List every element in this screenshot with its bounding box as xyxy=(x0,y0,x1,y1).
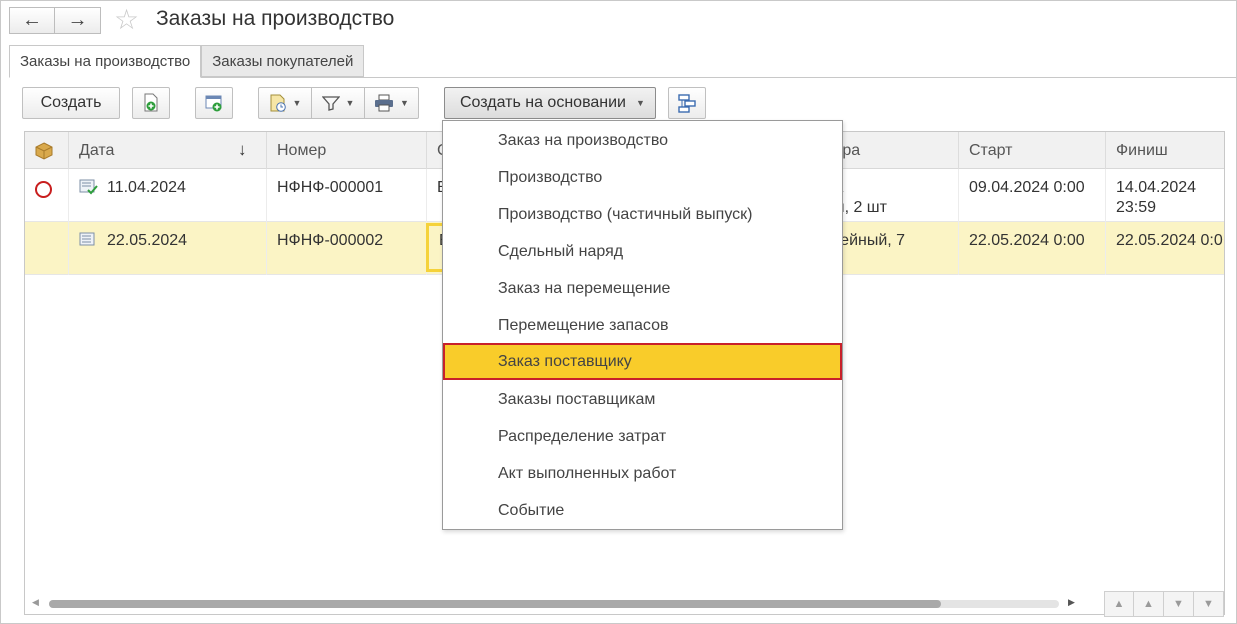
nomenclature-column-header[interactable]: тура xyxy=(827,132,959,169)
menu-item-completion-act[interactable]: Акт выполненных работ xyxy=(443,455,842,492)
printer-icon xyxy=(375,94,394,112)
nav-buttons: ← → xyxy=(9,7,101,34)
copy-button[interactable] xyxy=(132,87,170,119)
actions-button-group: ▼ ▼ ▼ xyxy=(258,87,419,119)
row-start: 09.04.2024 0:00 xyxy=(959,169,1106,222)
document-clock-icon xyxy=(270,94,286,112)
row-nomenclature-line1: ка xyxy=(827,178,958,198)
menu-item-event[interactable]: Событие xyxy=(443,492,842,529)
scroll-thumb[interactable] xyxy=(49,600,941,608)
row-number: НФНФ-000002 xyxy=(267,222,427,275)
status-cell xyxy=(25,222,69,275)
arrow-right-icon: → xyxy=(67,9,88,31)
date-cell: 22.05.2024 xyxy=(69,222,267,275)
double-up-icon: ▲ xyxy=(1113,598,1125,610)
create-button[interactable]: Создать xyxy=(22,87,120,119)
menu-item-stock-transfer[interactable]: Перемещение запасов xyxy=(443,307,842,344)
create-based-on-menu: Заказ на производство Производство Произ… xyxy=(442,120,843,530)
menu-item-piecework-order[interactable]: Сдельный наряд xyxy=(443,233,842,270)
date-cell: 11.04.2024 xyxy=(69,169,267,222)
document-icon xyxy=(79,232,95,246)
posted-document-icon xyxy=(79,179,98,195)
menu-item-supplier-order[interactable]: Заказ поставщику xyxy=(443,343,842,380)
tab-customer-orders[interactable]: Заказы покупателей xyxy=(201,45,365,77)
date-column-label: Дата xyxy=(79,141,115,159)
structure-button[interactable] xyxy=(668,87,706,119)
finish-column-header[interactable]: Финиш xyxy=(1106,132,1224,169)
box-icon xyxy=(35,141,53,160)
filter-icon xyxy=(321,96,340,111)
arrow-left-icon: ← xyxy=(22,9,42,31)
row-nomenclature: фейный, 7 xyxy=(827,222,959,275)
menu-item-supplier-orders[interactable]: Заказы поставщикам xyxy=(443,381,842,418)
first-row-button[interactable]: ▲ xyxy=(1104,591,1134,617)
tab-bar: Заказы на производство Заказы покупателе… xyxy=(9,45,365,78)
print-menu-button[interactable]: ▼ xyxy=(365,88,418,118)
add-table-icon xyxy=(205,95,222,112)
list-navigation-buttons: ▲ ▲ ▼ ▼ xyxy=(1104,591,1224,617)
menu-item-production-order[interactable]: Заказ на производство xyxy=(443,122,842,159)
page-title: Заказы на производство xyxy=(156,7,395,30)
up-icon: ▲ xyxy=(1143,598,1154,610)
down-icon: ▼ xyxy=(1173,598,1184,610)
row-date: 22.05.2024 xyxy=(107,232,188,249)
chevron-down-icon: ▼ xyxy=(345,98,355,108)
menu-item-production[interactable]: Производство xyxy=(443,159,842,196)
status-cell xyxy=(25,169,69,222)
row-start: 22.05.2024 0:00 xyxy=(959,222,1106,275)
favorite-star-icon[interactable]: ☆ xyxy=(114,5,139,35)
chevron-down-icon: ▼ xyxy=(292,98,302,108)
scroll-right-icon[interactable]: ▶ xyxy=(1068,597,1075,608)
focused-cell-outline xyxy=(426,223,442,272)
status-circle-icon xyxy=(35,181,52,198)
documents-menu-button[interactable]: ▼ xyxy=(259,88,312,118)
back-button[interactable]: ← xyxy=(9,7,55,34)
start-column-header[interactable]: Старт xyxy=(959,132,1106,169)
horizontal-scrollbar[interactable]: ◀ ▶ xyxy=(24,596,1084,610)
add-from-table-button[interactable] xyxy=(195,87,233,119)
row-finish-line1: 14.04.2024 xyxy=(1116,179,1197,196)
filter-menu-button[interactable]: ▼ xyxy=(312,88,365,118)
row-number: НФНФ-000001 xyxy=(267,169,427,222)
create-based-on-button[interactable]: Создать на основании ▼ xyxy=(444,87,656,119)
date-column-header[interactable]: Дата ↓ xyxy=(69,132,267,169)
row-finish-line2: 23:59 xyxy=(1116,199,1157,216)
hierarchy-icon xyxy=(678,94,696,113)
row-finish: 22.05.2024 0:0 xyxy=(1116,232,1223,249)
chevron-down-icon: ▼ xyxy=(400,98,409,108)
status-column-header[interactable] xyxy=(25,132,69,169)
chevron-down-icon: ▼ xyxy=(636,98,645,108)
row-nomenclature: ка ая, 2 шт xyxy=(827,169,959,222)
menu-item-partial-production[interactable]: Производство (частичный выпуск) xyxy=(443,196,842,233)
next-row-button[interactable]: ▼ xyxy=(1164,591,1194,617)
menu-item-transfer-order[interactable]: Заказ на перемещение xyxy=(443,270,842,307)
last-row-button[interactable]: ▼ xyxy=(1194,591,1224,617)
sort-down-arrow-icon: ↓ xyxy=(238,140,247,159)
add-document-icon xyxy=(144,93,158,112)
tab-production-orders[interactable]: Заказы на производство xyxy=(9,45,202,78)
create-based-on-label: Создать на основании xyxy=(460,94,626,111)
double-down-icon: ▼ xyxy=(1203,598,1214,610)
forward-button[interactable]: → xyxy=(55,7,101,34)
row-date: 11.04.2024 xyxy=(107,179,186,196)
scroll-left-icon[interactable]: ◀ xyxy=(32,597,39,608)
row-nomenclature-line2: ая, 2 шт xyxy=(827,199,887,216)
prev-row-button[interactable]: ▲ xyxy=(1134,591,1164,617)
menu-item-cost-allocation[interactable]: Распределение затрат xyxy=(443,418,842,455)
number-column-header[interactable]: Номер xyxy=(267,132,427,169)
row-finish: 14.04.2024 23:59 xyxy=(1106,169,1224,222)
